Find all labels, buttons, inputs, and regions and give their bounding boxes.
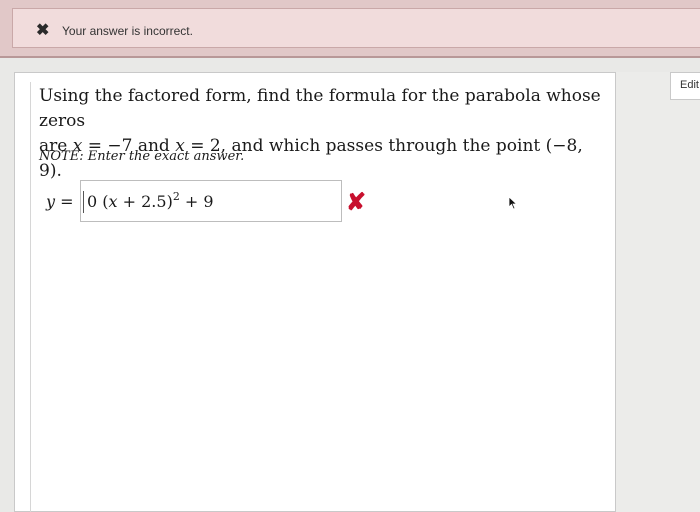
answer-value-part3: + 9 xyxy=(179,192,214,211)
text-cursor xyxy=(83,191,84,213)
incorrect-x-icon: ✘ xyxy=(346,189,367,216)
mouse-pointer-icon xyxy=(508,196,518,210)
separator xyxy=(0,58,700,72)
answer-value-part2: + 2.5) xyxy=(117,192,173,211)
close-x-icon: ✖ xyxy=(36,22,50,39)
question-line-1: Using the factored form, find the formul… xyxy=(39,86,601,131)
answer-label-variable: y xyxy=(46,192,56,211)
edit-button[interactable]: Edit xyxy=(670,72,700,100)
answer-value: 0 (x + 2.5)2 + 9 xyxy=(87,190,214,212)
edit-button-label: Edit xyxy=(680,79,699,91)
right-sidebar xyxy=(616,72,700,512)
answer-value-variable: x xyxy=(108,192,118,211)
question-text: Using the factored form, find the formul… xyxy=(39,84,609,184)
answer-value-exponent: 2 xyxy=(172,190,180,203)
answer-value-part1: 0 ( xyxy=(87,192,109,211)
note-text: NOTE: Enter the exact answer. xyxy=(39,149,245,164)
answer-label-equals: = xyxy=(55,192,74,211)
alert-message: Your answer is incorrect. xyxy=(62,24,193,38)
answer-label: y = xyxy=(46,192,74,212)
